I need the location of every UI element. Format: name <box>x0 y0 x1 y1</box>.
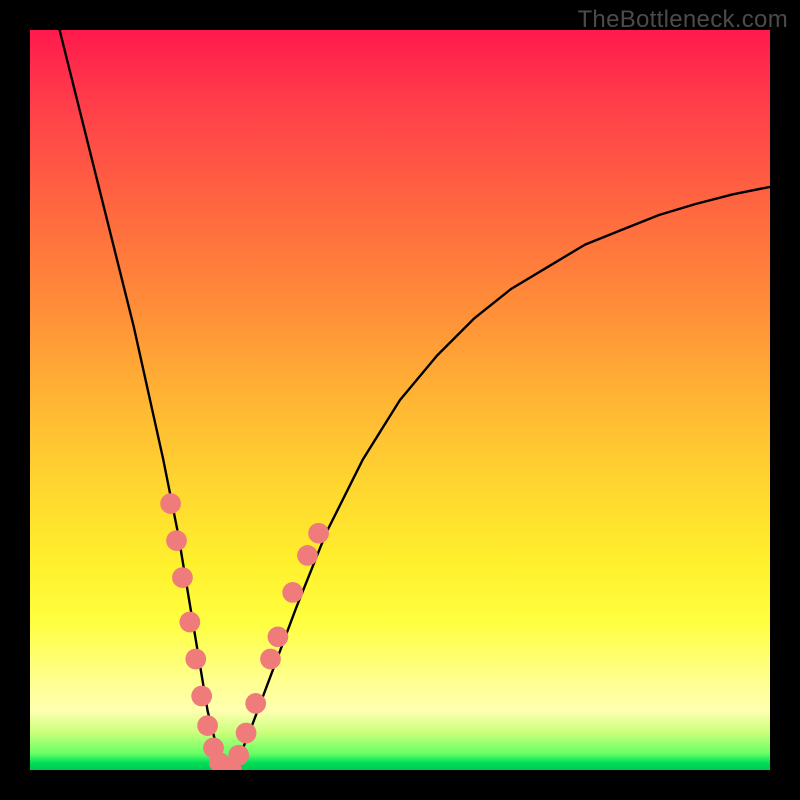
plot-area <box>30 30 770 770</box>
highlight-dot <box>172 567 193 588</box>
bottleneck-curve <box>60 30 770 770</box>
highlight-dot <box>260 649 281 670</box>
highlight-dot <box>245 693 266 714</box>
highlight-dot <box>185 649 206 670</box>
highlight-dot <box>191 686 212 707</box>
highlight-dot <box>297 545 318 566</box>
highlight-dot <box>236 723 257 744</box>
highlight-dot <box>282 582 303 603</box>
highlight-dot <box>268 626 289 647</box>
chart-frame: TheBottleneck.com <box>0 0 800 800</box>
highlight-dot <box>228 745 249 766</box>
highlight-dot <box>179 612 200 633</box>
highlight-dot <box>166 530 187 551</box>
curve-svg <box>30 30 770 770</box>
highlight-dot <box>197 715 218 736</box>
highlight-dots <box>160 493 329 770</box>
highlight-dot <box>308 523 329 544</box>
highlight-dot <box>160 493 181 514</box>
